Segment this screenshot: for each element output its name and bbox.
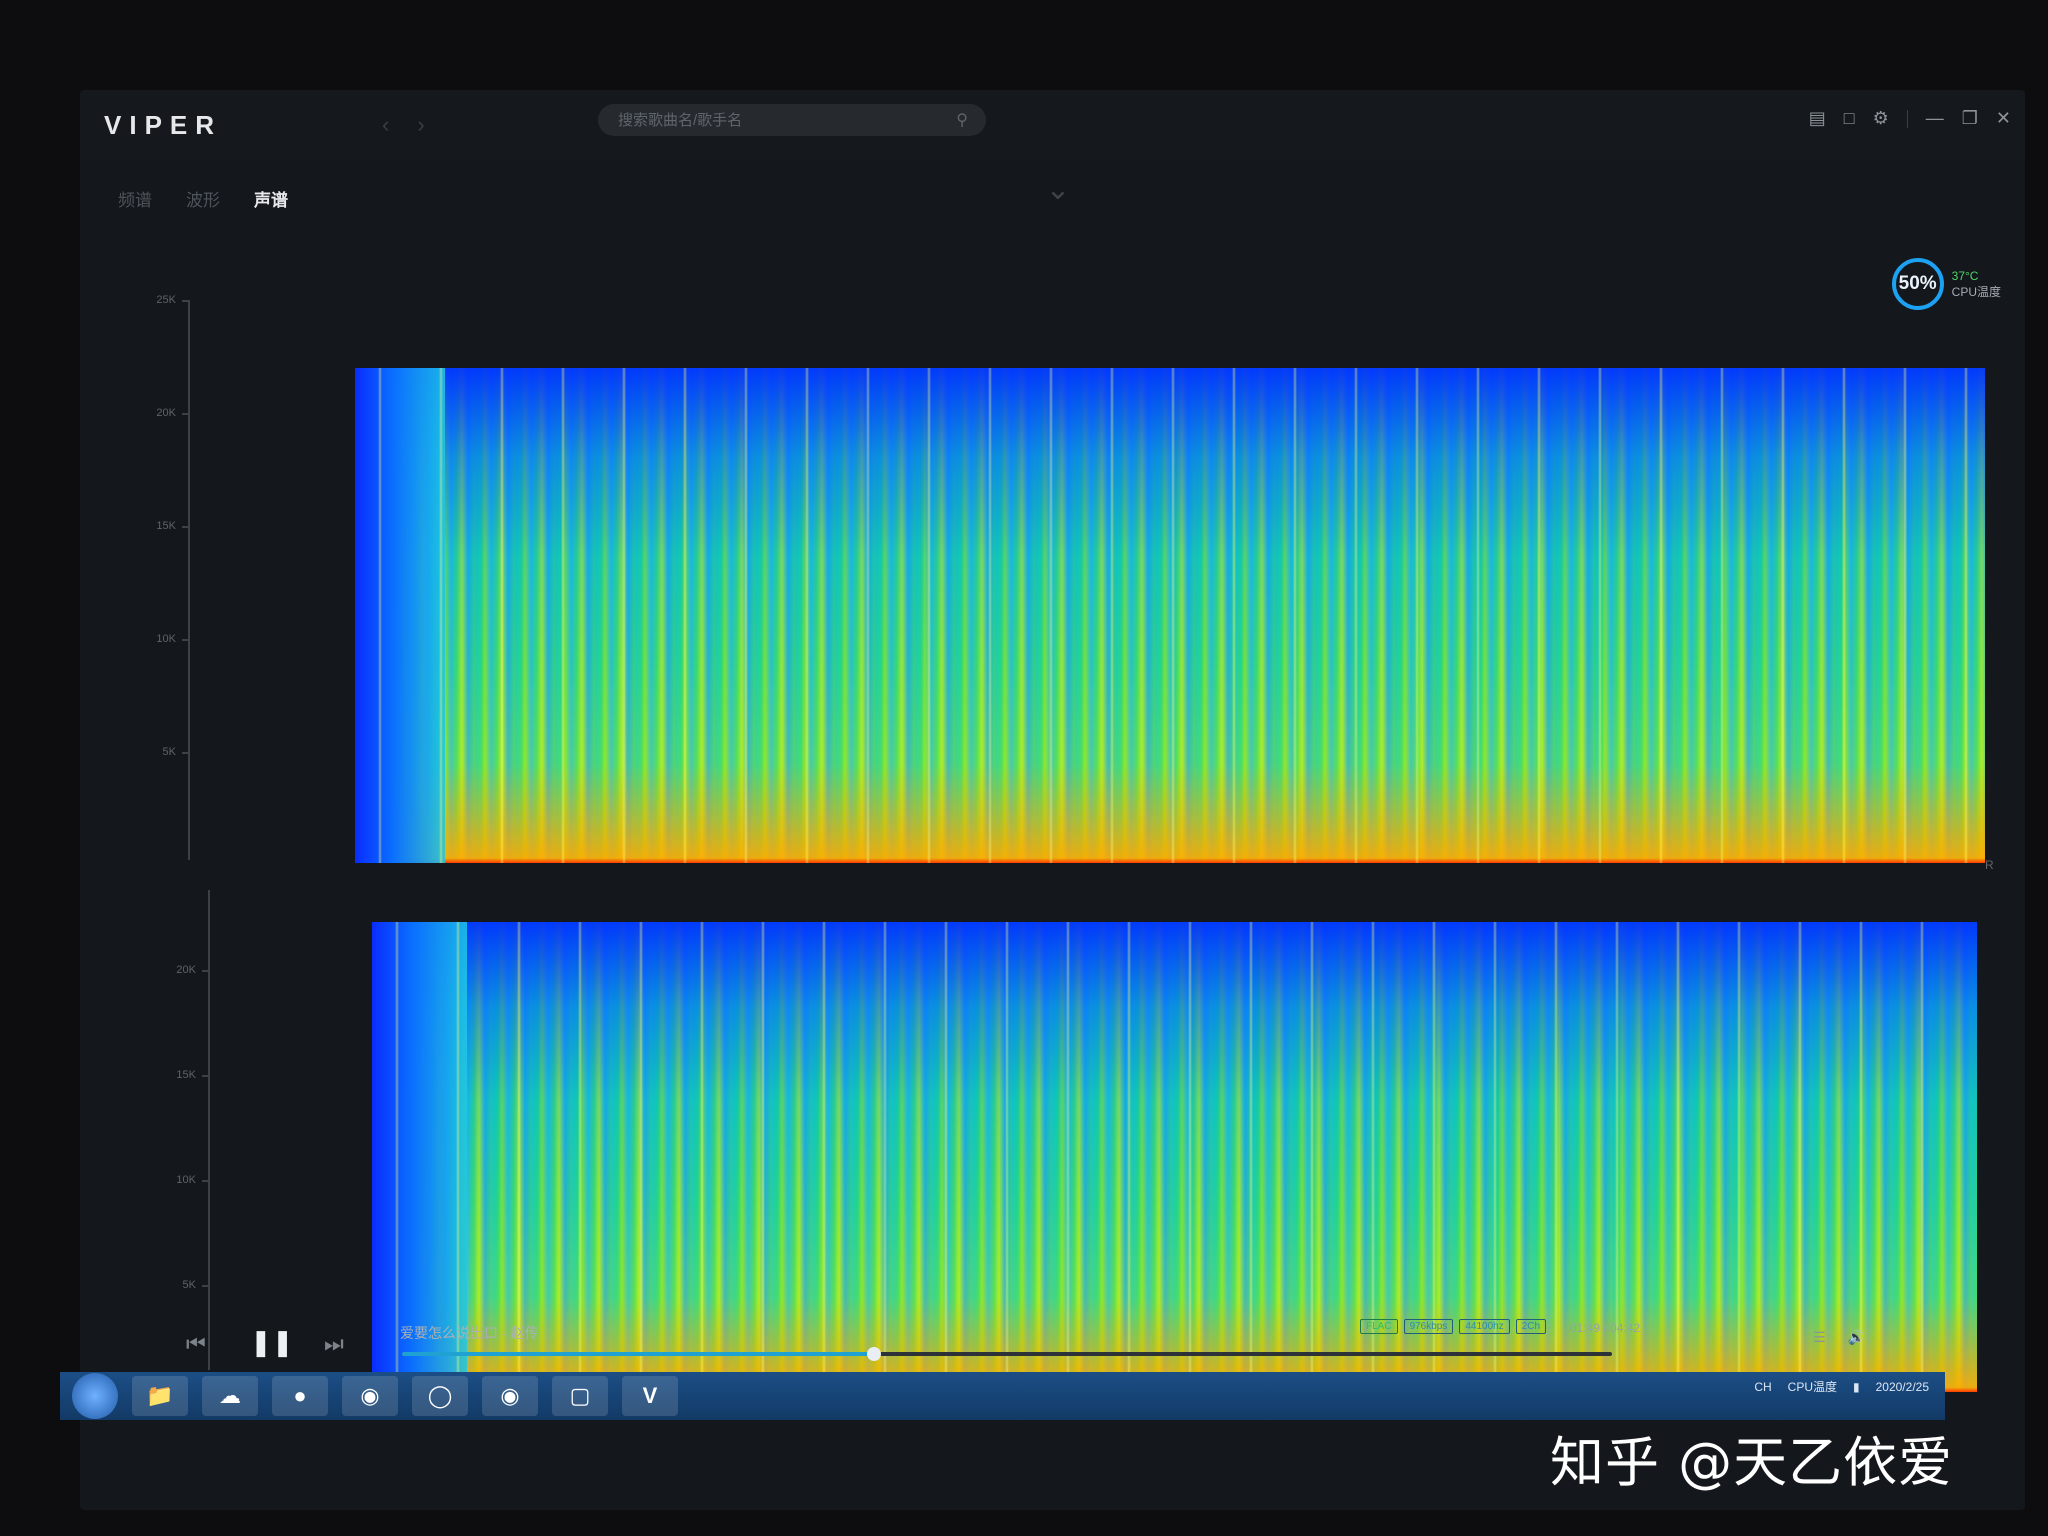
track-title: 爱要怎么说出口 - 赵传 [400, 1325, 539, 1341]
player-extra-controls: ☰ 🔊 [1813, 1329, 1865, 1346]
progress-bar[interactable] [402, 1347, 1612, 1361]
axis-tick-label: 20K [176, 964, 196, 976]
search-input[interactable] [616, 110, 957, 130]
samplerate-badge: 44100hz [1459, 1319, 1510, 1334]
clock-date[interactable]: 2020/2/25 [1876, 1380, 1929, 1394]
search-bar[interactable]: ⚲ [598, 104, 986, 136]
tab-waveform[interactable]: 波形 [186, 186, 220, 211]
title-bar: VIPER ‹ › ⚲ ▤ □ ⚙ — ❐ ✕ [80, 90, 2025, 160]
forward-arrow-icon[interactable]: › [417, 112, 424, 138]
watermark: 知乎 @天乙依爱 [1550, 1431, 1954, 1494]
bitrate-badge: 976kbps [1403, 1319, 1454, 1334]
axis-tick-label: 15K [176, 1069, 196, 1081]
axis-tick-label: 15K [156, 520, 176, 532]
viper-app-icon[interactable]: V [622, 1376, 678, 1416]
separator [1906, 109, 1908, 128]
taskbar: 📁 ☁ ● ◉ ◯ ◉ ▢ V CH CPU温度 ▮ 2020/2/25 [60, 1372, 1945, 1420]
axis-tick-label: 5K [162, 746, 176, 758]
file-explorer-icon[interactable]: 📁 [132, 1376, 188, 1416]
next-track-icon[interactable]: ⏭ [324, 1331, 344, 1357]
browser-icon[interactable]: ● [272, 1376, 328, 1416]
cpu-temp: 37°C [1951, 269, 1979, 283]
playback-time: 01:49 / 04:42 [1570, 1321, 1641, 1335]
message-icon[interactable]: □ [1844, 108, 1855, 129]
skin-icon[interactable]: ▤ [1809, 108, 1826, 129]
axis-tick-label: 5K [182, 1279, 196, 1291]
axis-tick [182, 413, 190, 415]
spectrogram-left-channel [355, 368, 1985, 863]
search-icon[interactable]: ⚲ [956, 110, 968, 130]
format-badges: FLAC 976kbps 44100hz 2Ch [1360, 1319, 1547, 1334]
axis-tick [202, 1180, 210, 1182]
tab-spectrogram[interactable]: 声谱 [254, 186, 288, 211]
progress-knob[interactable] [866, 1347, 881, 1361]
download-app-icon[interactable]: ◯ [412, 1376, 468, 1416]
axis-tick [182, 752, 190, 754]
view-tabs: 频谱 波形 声谱 [118, 186, 288, 211]
nav-arrows: ‹ › [382, 112, 425, 138]
channels-badge: 2Ch [1515, 1319, 1547, 1334]
back-arrow-icon[interactable]: ‹ [382, 112, 389, 138]
pause-button[interactable]: ❚❚ [250, 1327, 294, 1358]
network-icon[interactable]: ▮ [1853, 1380, 1860, 1394]
start-button[interactable] [72, 1373, 118, 1419]
progress-fill [402, 1352, 874, 1356]
cpu-info: 37°C CPU温度 [1952, 268, 2001, 300]
axis-tick-label: 20K [156, 407, 176, 419]
cpu-usage: 50% [1891, 258, 1944, 310]
tab-spectrum[interactable]: 频谱 [118, 186, 152, 211]
cpu-widget: 50% 37°C CPU温度 [1891, 258, 2001, 310]
app-logo: VIPER [104, 109, 223, 140]
window-controls: ▤ □ ⚙ — ❐ ✕ [1809, 108, 2011, 129]
app-window: VIPER ‹ › ⚲ ▤ □ ⚙ — ❐ ✕ 频谱 波形 声谱 ⌄ 50% 3… [80, 90, 2025, 1510]
language-indicator[interactable]: CH [1754, 1380, 1771, 1394]
previous-track-icon[interactable]: ⏮ [186, 1331, 206, 1357]
axis-line [208, 890, 210, 1370]
cloud-app-icon[interactable]: ☁ [202, 1376, 258, 1416]
axis-tick [182, 526, 190, 528]
spectrogram-transients [355, 368, 1985, 863]
close-button[interactable]: ✕ [1996, 108, 2011, 129]
restore-button[interactable]: ❐ [1962, 108, 1978, 129]
axis-tick-label: 10K [176, 1174, 196, 1186]
wechat-icon[interactable]: ◉ [482, 1376, 538, 1416]
chevron-down-icon[interactable]: ⌄ [1040, 172, 1076, 208]
frequency-axis-top: 25K 20K 15K 10K 5K [100, 294, 190, 860]
playlist-icon[interactable]: ☰ [1813, 1329, 1826, 1346]
window-app-icon[interactable]: ▢ [552, 1376, 608, 1416]
axis-tick [202, 1075, 210, 1077]
axis-tick [182, 639, 190, 641]
tray-cpu-label: CPU温度 [1787, 1380, 1837, 1394]
media-app-icon[interactable]: ◉ [342, 1376, 398, 1416]
axis-tick [202, 1285, 210, 1287]
system-tray: CH CPU温度 ▮ 2020/2/25 [1754, 1378, 1929, 1395]
axis-tick [202, 970, 210, 972]
volume-icon[interactable]: 🔊 [1848, 1329, 1865, 1346]
frequency-axis-bottom: 20K 15K 10K 5K [120, 890, 210, 1370]
minimize-button[interactable]: — [1926, 108, 1944, 129]
cpu-label: CPU温度 [1951, 285, 2001, 299]
axis-line [188, 300, 190, 860]
settings-icon[interactable]: ⚙ [1873, 108, 1889, 129]
axis-tick-label: 25K [156, 294, 176, 306]
format-badge: FLAC [1360, 1319, 1398, 1334]
channel-label-right: R [1985, 858, 1994, 872]
player-bar: ⏮ ❚❚ ⏭ 爱要怎么说出口 - 赵传 FLAC 976kbps 44100hz… [60, 1315, 1945, 1373]
axis-tick-label: 10K [156, 633, 176, 645]
axis-tick [182, 300, 190, 302]
